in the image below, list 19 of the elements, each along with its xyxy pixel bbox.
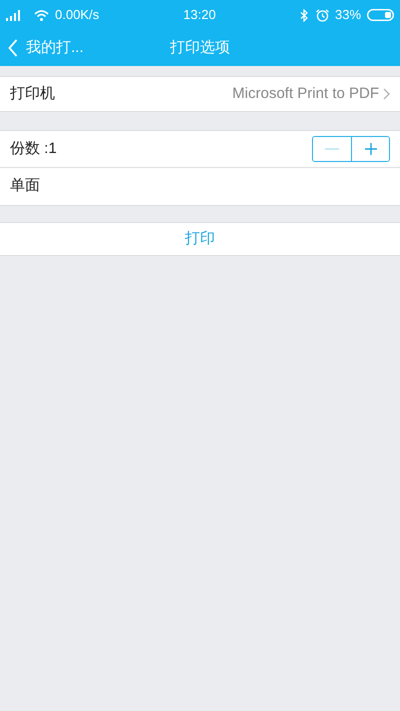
wifi-icon [34, 10, 49, 20]
printer-label: 打印机 [10, 84, 55, 104]
battery-icon [367, 9, 394, 21]
increase-button[interactable] [351, 137, 389, 161]
copies-label: 份数 :1 [10, 138, 57, 159]
signal-icon [6, 10, 22, 20]
battery-percent: 33% [334, 6, 362, 24]
alarm-icon [316, 8, 329, 22]
chevron-right-icon [383, 88, 390, 100]
clock-time: 13:20 [183, 6, 216, 24]
minus-icon [325, 148, 339, 150]
bluetooth-icon [300, 8, 308, 22]
screen-title: 打印选项 [170, 38, 230, 58]
printer-value: Microsoft Print to PDF [232, 84, 379, 104]
network-speed: 0.00K/s [55, 6, 100, 24]
plus-icon [362, 141, 378, 157]
back-chevron-icon [8, 39, 18, 57]
duplex-option[interactable]: 单面 [10, 175, 40, 198]
printer-row[interactable]: 打印机 Microsoft Print to PDF [0, 76, 400, 112]
